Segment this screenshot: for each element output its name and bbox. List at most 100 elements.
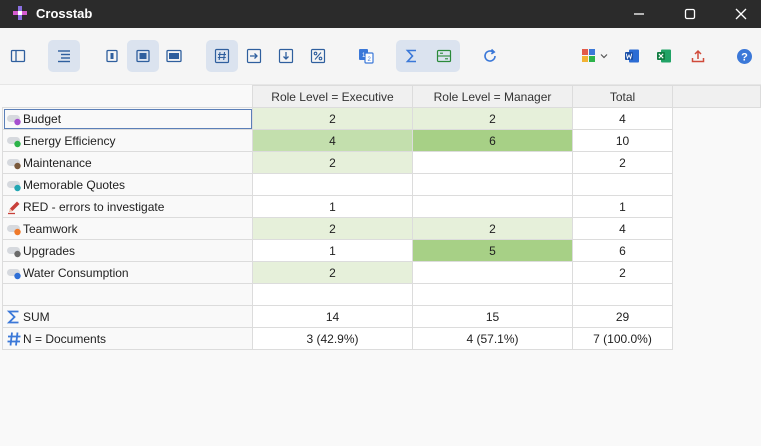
value-cell[interactable]: 6 [412,129,573,152]
value-cell[interactable]: 2 [412,107,573,130]
close-button[interactable] [718,0,761,28]
row-label: Maintenance [23,155,92,170]
row-label-cell[interactable]: Water Consumption [2,261,253,284]
value-cell[interactable]: 2 [412,217,573,240]
codes-menu-button[interactable] [576,40,612,72]
summary-cell: 4 (57.1%) [412,327,573,350]
total-cell[interactable]: 6 [572,239,673,262]
row-label: Upgrades [23,243,76,258]
summary-row: SUM 14 15 29 [2,305,761,328]
show-counts-button[interactable] [206,40,238,72]
row-label-cell[interactable]: Upgrades [2,239,253,262]
transpose-icon: 12 [359,49,374,64]
value-cell[interactable] [412,151,573,174]
row-label: RED - errors to investigate [23,199,165,214]
row-label: Memorable Quotes [23,177,126,192]
value-cell[interactable] [412,195,573,218]
wide-columns-button[interactable] [158,40,190,72]
upload-icon [691,49,705,63]
row-label-cell[interactable]: Teamwork [2,217,253,240]
summary-label: SUM [23,309,50,324]
sum-button[interactable] [396,40,428,72]
row-percent-button[interactable] [238,40,270,72]
value-cell[interactable] [252,173,413,196]
row-stats-button[interactable] [428,40,460,72]
value-cell[interactable]: 4 [252,129,413,152]
total-cell[interactable]: 2 [572,261,673,284]
toggle-panel-button[interactable] [2,40,34,72]
table-row[interactable]: Energy Efficiency 4 6 10 [2,129,761,152]
code-toggle-icon [7,269,21,280]
total-percent-button[interactable] [302,40,334,72]
minimize-button[interactable] [616,0,662,28]
table-row[interactable]: Teamwork 2 2 4 [2,217,761,240]
crosstab-app-icon [13,6,27,20]
value-cell[interactable]: 1 [252,195,413,218]
code-toggle-icon [7,247,21,258]
summary-cell: 3 (42.9%) [252,327,413,350]
value-cell[interactable]: 2 [252,217,413,240]
row-label-cell[interactable]: Budget [2,107,253,130]
spacer-cell [2,283,253,306]
table-row[interactable]: Memorable Quotes [2,173,761,196]
row-label-cell[interactable]: Memorable Quotes [2,173,253,196]
row-label: Water Consumption [23,265,129,280]
code-toggle-icon [7,115,21,126]
value-cell[interactable]: 1 [252,239,413,262]
export-excel-button[interactable] [648,40,680,72]
value-cell[interactable] [412,261,573,284]
help-button[interactable]: ? [728,40,760,72]
table-row[interactable]: RED - errors to investigate 1 1 [2,195,761,218]
sigma-icon [405,49,416,63]
row-label: Energy Efficiency [23,133,116,148]
spacer-cell [572,283,673,306]
summary-label-cell: SUM [2,305,253,328]
row-label-cell[interactable]: RED - errors to investigate [2,195,253,218]
export-word-button[interactable] [616,40,648,72]
column-percent-button[interactable] [270,40,302,72]
value-cell[interactable]: 5 [412,239,573,262]
total-cell[interactable] [572,173,673,196]
total-cell[interactable]: 4 [572,107,673,130]
total-cell[interactable]: 4 [572,217,673,240]
table-row[interactable]: Upgrades 1 5 6 [2,239,761,262]
row-label-cell[interactable]: Energy Efficiency [2,129,253,152]
export-button[interactable] [682,40,714,72]
row-label-cell[interactable]: Maintenance [2,151,253,174]
column-header[interactable]: Total [572,85,673,108]
maximize-button[interactable] [667,0,713,28]
narrow-columns-button[interactable] [96,40,128,72]
table-row[interactable]: Water Consumption 2 2 [2,261,761,284]
minimize-icon [634,13,644,15]
transpose-button[interactable]: 12 [350,40,382,72]
value-cell[interactable] [412,173,573,196]
total-cell[interactable]: 1 [572,195,673,218]
chevron-down-icon [600,54,607,59]
excel-icon [657,49,671,63]
column-header[interactable]: Role Level = Executive [252,85,413,108]
table-row[interactable]: Maintenance 2 2 [2,151,761,174]
arrow-down-box-icon [278,48,294,64]
total-cell[interactable]: 10 [572,129,673,152]
word-icon [625,49,639,63]
medium-columns-button[interactable] [127,40,159,72]
summary-label-cell: N = Documents [2,327,253,350]
table-row[interactable]: Budget 2 2 4 [2,107,761,130]
value-cell[interactable]: 2 [252,261,413,284]
spacer-cell [412,283,573,306]
tree-view-button[interactable] [48,40,80,72]
row-label: Teamwork [23,221,78,236]
value-cell[interactable]: 2 [252,107,413,130]
total-cell[interactable]: 2 [572,151,673,174]
hash-box-icon [214,48,230,64]
indent-list-icon [58,50,70,63]
summary-cell: 29 [572,305,673,328]
column-header[interactable]: Role Level = Manager [412,85,573,108]
toolbar: 12 ? [0,28,761,84]
refresh-button[interactable] [474,40,506,72]
arrow-right-box-icon [246,48,262,64]
value-cell[interactable]: 2 [252,151,413,174]
svg-text:?: ? [741,51,748,63]
percent-box-icon [310,48,326,64]
summary-cell: 14 [252,305,413,328]
